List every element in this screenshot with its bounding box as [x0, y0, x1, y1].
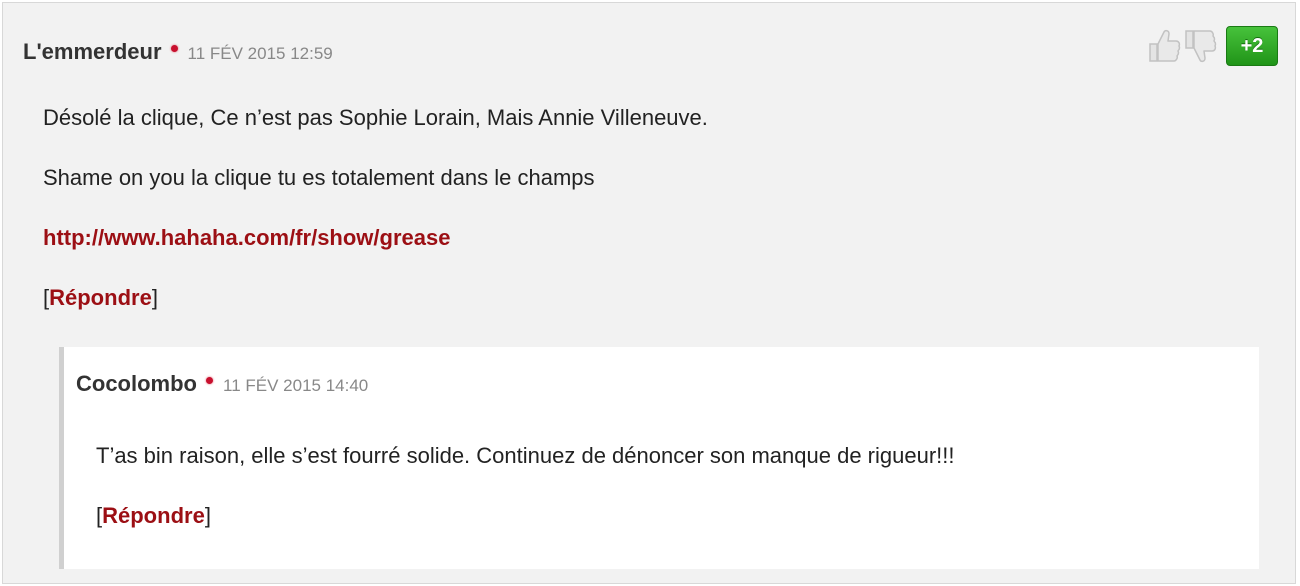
reply-timestamp: 11 FÉV 2015 14:40 — [223, 376, 369, 395]
reply-author[interactable]: Cocolombo — [76, 371, 197, 397]
reply-button[interactable]: Répondre — [49, 285, 152, 310]
online-status-icon — [206, 377, 213, 384]
reply-card: Cocolombo 11 FÉV 2015 14:40 T’as bin rai… — [59, 347, 1259, 569]
vote-controls: +2 — [1146, 25, 1278, 67]
comment-author[interactable]: L'emmerdeur — [23, 39, 162, 65]
online-status-icon — [170, 45, 178, 52]
reply-body: T’as bin raison, elle s’est fourré solid… — [96, 443, 955, 563]
reply-bracket-close: ] — [204, 503, 211, 528]
comment-paragraph: Désolé la clique, Ce n’est pas Sophie Lo… — [43, 105, 708, 130]
thumbs-up-icon[interactable] — [1146, 25, 1182, 67]
comment-link-paragraph: http://www.hahaha.com/fr/show/grease — [43, 225, 708, 250]
thumbs-down-icon[interactable] — [1182, 25, 1218, 67]
reply-header: Cocolombo 11 FÉV 2015 14:40 — [76, 371, 368, 397]
comment-body: Désolé la clique, Ce n’est pas Sophie Lo… — [43, 105, 708, 345]
comment-header: L'emmerdeur 11 FÉV 2015 12:59 — [23, 39, 333, 65]
reply-action: [Répondre] — [96, 503, 955, 528]
comment-paragraph: Shame on you la clique tu es totalement … — [43, 165, 595, 190]
comment-timestamp: 11 FÉV 2015 12:59 — [187, 44, 333, 63]
external-link[interactable]: http://www.hahaha.com/fr/show/grease — [43, 225, 450, 250]
score-badge: +2 — [1226, 26, 1278, 66]
comment-card: L'emmerdeur 11 FÉV 2015 12:59 +2 Désolé … — [2, 2, 1296, 584]
reply-button[interactable]: Répondre — [102, 503, 205, 528]
reply-action: [Répondre] — [43, 285, 708, 310]
reply-bracket-close: ] — [151, 285, 158, 310]
reply-paragraph: T’as bin raison, elle s’est fourré solid… — [96, 443, 955, 468]
